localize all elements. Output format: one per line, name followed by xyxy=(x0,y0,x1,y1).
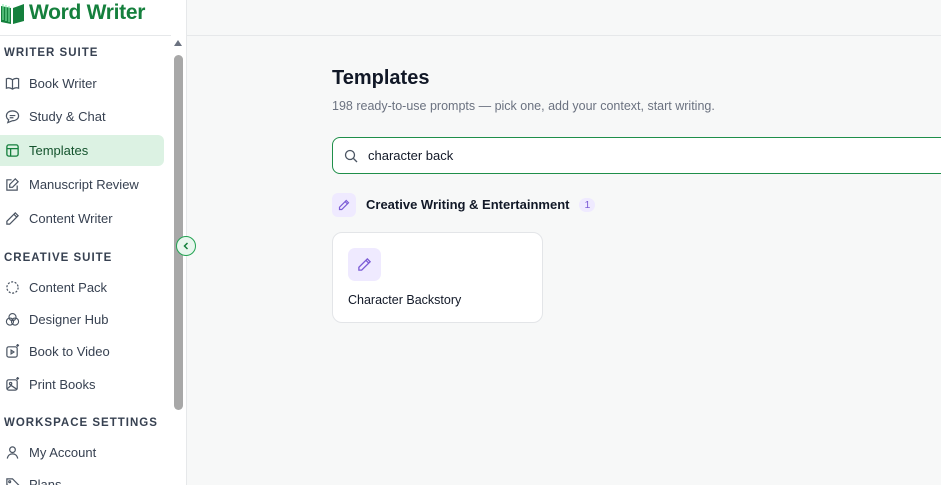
page-subtitle: 198 ready-to-use prompts — pick one, add… xyxy=(332,99,715,113)
sidebar-item-book-writer[interactable]: Book Writer xyxy=(0,68,164,99)
sidebar-item-label: My Account xyxy=(29,445,97,460)
sidebar-item-print-books[interactable]: Print Books xyxy=(0,369,164,400)
sidebar-item-label: Content Writer xyxy=(29,211,113,226)
video-icon xyxy=(4,344,20,360)
category-count-badge: 1 xyxy=(579,197,596,212)
app-logo[interactable]: Word Writer xyxy=(0,0,145,26)
user-icon xyxy=(4,445,20,461)
template-card-title: Character Backstory xyxy=(348,293,462,307)
page-title: Templates xyxy=(332,67,430,89)
search-input[interactable] xyxy=(368,148,868,163)
sidebar-item-designer-hub[interactable]: Designer Hub xyxy=(0,304,164,335)
chevron-left-icon xyxy=(181,241,191,251)
template-icon xyxy=(4,143,20,159)
category-name: Creative Writing & Entertainment xyxy=(366,197,570,212)
pencil-icon xyxy=(332,192,356,217)
sidebar-item-label: Content Pack xyxy=(29,280,108,295)
search-box[interactable] xyxy=(332,137,941,174)
search-icon xyxy=(344,149,358,163)
image-icon xyxy=(4,377,20,393)
sidebar-item-manuscript-review[interactable]: Manuscript Review xyxy=(0,169,164,200)
sidebar-item-my-account[interactable]: My Account xyxy=(0,437,164,468)
section-heading-creative-suite: CREATIVE SUITE xyxy=(4,252,113,264)
sidebar-scroll-thumb[interactable] xyxy=(174,55,183,410)
category-header: Creative Writing & Entertainment 1 xyxy=(332,192,596,217)
color-circles-icon xyxy=(4,312,20,328)
sidebar-item-content-writer[interactable]: Content Writer xyxy=(0,203,164,234)
pencil-icon xyxy=(348,248,381,281)
sidebar-item-content-pack[interactable]: Content Pack xyxy=(0,272,164,303)
section-heading-writer-suite: WRITER SUITE xyxy=(4,47,99,59)
book-open-icon xyxy=(4,76,20,92)
sidebar: Word Writer WRITER SUITE Book Writer Stu… xyxy=(0,0,187,485)
sidebar-item-book-to-video[interactable]: Book to Video xyxy=(0,336,164,367)
sidebar-item-label: Print Books xyxy=(29,377,96,392)
sidebar-item-plans[interactable]: Plans xyxy=(0,469,164,485)
sidebar-item-label: Study & Chat xyxy=(29,109,106,124)
loader-circle-icon xyxy=(4,280,20,296)
sidebar-item-label: Designer Hub xyxy=(29,312,109,327)
book-logo-icon xyxy=(0,1,26,25)
sidebar-item-templates[interactable]: Templates xyxy=(0,135,164,166)
sidebar-item-study-chat[interactable]: Study & Chat xyxy=(0,101,164,132)
chat-bubble-icon xyxy=(4,109,20,125)
sidebar-item-label: Book to Video xyxy=(29,344,110,359)
edit-document-icon xyxy=(4,177,20,193)
template-card-character-backstory[interactable]: Character Backstory xyxy=(332,232,543,323)
app-name: Word Writer xyxy=(29,1,146,24)
sidebar-item-label: Book Writer xyxy=(29,76,97,91)
scroll-up-arrow-icon[interactable] xyxy=(174,40,182,46)
section-heading-workspace-settings: WORKSPACE SETTINGS xyxy=(4,417,158,429)
top-bar xyxy=(187,0,941,36)
collapse-sidebar-button[interactable] xyxy=(176,236,196,256)
sidebar-item-label: Manuscript Review xyxy=(29,177,139,192)
sidebar-item-label: Templates xyxy=(29,143,89,158)
divider xyxy=(0,35,171,36)
tag-icon xyxy=(4,477,20,485)
sidebar-item-label: Plans xyxy=(29,477,62,485)
pencil-icon xyxy=(4,211,20,227)
